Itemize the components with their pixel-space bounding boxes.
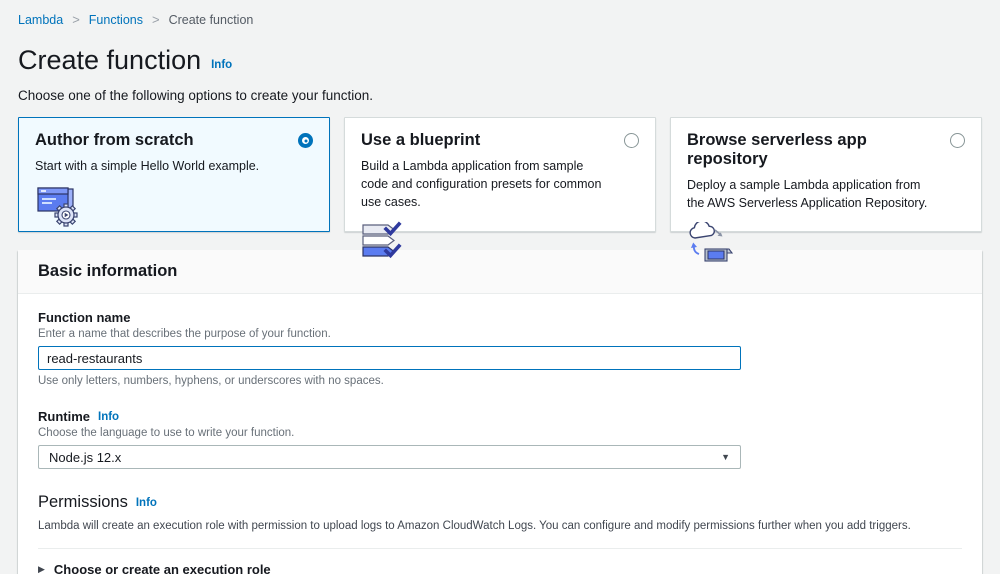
card-use-a-blueprint[interactable]: Use a blueprint Build a Lambda applicati… <box>344 117 656 232</box>
breadcrumb-create-function: Create function <box>169 13 254 27</box>
radio-author-from-scratch[interactable] <box>298 133 313 148</box>
breadcrumb: Lambda > Functions > Create function <box>18 0 982 27</box>
breadcrumb-separator-icon: > <box>152 12 160 27</box>
card-description: Build a Lambda application from sample c… <box>361 157 639 211</box>
function-name-hint: Use only letters, numbers, hyphens, or u… <box>38 375 962 387</box>
title-info-link[interactable]: Info <box>211 59 232 71</box>
cloud-deploy-icon <box>687 222 965 264</box>
page-subtitle: Choose one of the following options to c… <box>18 88 982 103</box>
breadcrumb-lambda[interactable]: Lambda <box>18 13 63 27</box>
card-author-from-scratch[interactable]: Author from scratch Start with a simple … <box>18 117 330 232</box>
permissions-description: Lambda will create an execution role wit… <box>38 520 962 532</box>
function-name-label: Function name <box>38 310 962 325</box>
runtime-label: Runtime <box>38 409 90 424</box>
function-name-field: Function name Enter a name that describe… <box>38 310 962 387</box>
card-title: Browse serverless app repository <box>687 131 950 169</box>
permissions-label: Permissions <box>38 493 128 512</box>
runtime-select[interactable]: Node.js 12.x ▼ <box>38 445 741 469</box>
basic-information-panel: Basic information Function name Enter a … <box>18 250 982 574</box>
radio-use-a-blueprint[interactable] <box>624 133 639 148</box>
runtime-info-link[interactable]: Info <box>98 411 119 423</box>
code-window-gear-icon <box>35 185 313 227</box>
card-description: Deploy a sample Lambda application from … <box>687 176 965 212</box>
caret-right-icon: ▶ <box>38 564 45 574</box>
runtime-helper: Choose the language to use to write your… <box>38 427 962 439</box>
function-name-helper: Enter a name that describes the purpose … <box>38 328 962 340</box>
chevron-down-icon: ▼ <box>721 452 730 462</box>
execution-role-expander-label: Choose or create an execution role <box>54 562 271 574</box>
card-description: Start with a simple Hello World example. <box>35 157 313 175</box>
function-name-input[interactable] <box>38 346 741 370</box>
card-title: Use a blueprint <box>361 131 480 150</box>
permissions-info-link[interactable]: Info <box>136 497 157 509</box>
runtime-selected-value: Node.js 12.x <box>49 450 121 465</box>
panel-title: Basic information <box>38 262 962 281</box>
creation-option-cards: Author from scratch Start with a simple … <box>18 117 982 232</box>
breadcrumb-separator-icon: > <box>72 12 80 27</box>
permissions-section: Permissions Info Lambda will create an e… <box>38 493 962 532</box>
card-browse-serverless-app-repository[interactable]: Browse serverless app repository Deploy … <box>670 117 982 232</box>
runtime-field: Runtime Info Choose the language to use … <box>38 409 962 469</box>
checklist-blueprint-icon <box>361 221 639 263</box>
page-title: Create function <box>18 45 201 76</box>
card-title: Author from scratch <box>35 131 194 150</box>
radio-browse-serverless-app-repository[interactable] <box>950 133 965 148</box>
breadcrumb-functions[interactable]: Functions <box>89 13 143 27</box>
execution-role-expander[interactable]: ▶ Choose or create an execution role <box>38 548 962 574</box>
create-function-page: Lambda > Functions > Create function Cre… <box>0 0 1000 574</box>
